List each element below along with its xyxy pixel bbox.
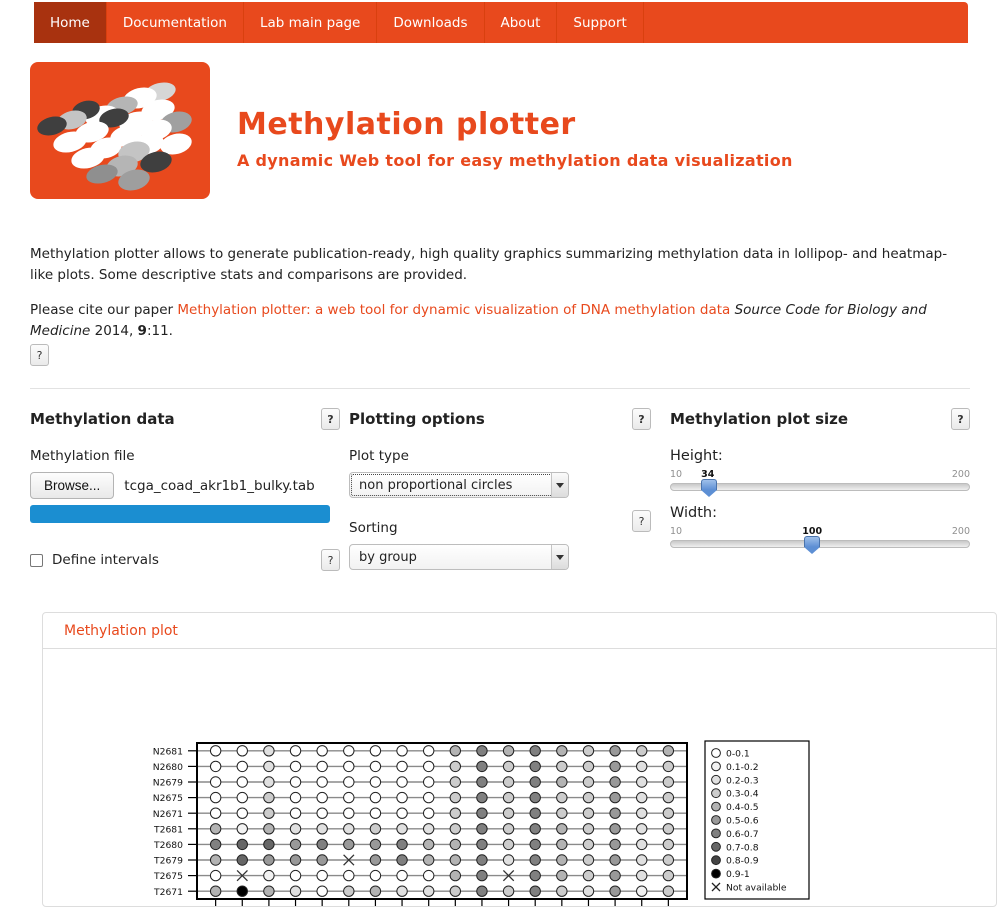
file-upload-row: Browse... tcga_coad_akr1b1_bulky.tab [30, 472, 340, 499]
methylation-plot-canvas: N2681 N2680 N2679 N2675 N2671 T2681 T2680 T2679… [43, 649, 996, 907]
svg-text:T2675: T2675 [153, 871, 183, 882]
nav-label: Downloads [393, 14, 468, 31]
plot-size-help-button[interactable]: ? [951, 408, 970, 430]
sorting-label-row: Sorting ? [349, 498, 651, 544]
plotting-options-help-button[interactable]: ? [632, 408, 651, 430]
plot-size-heading-row: Methylation plot size ? [670, 408, 970, 430]
svg-text:0.3-0.4: 0.3-0.4 [726, 789, 759, 800]
plotting-options-heading: Plotting options [349, 410, 485, 428]
methylation-plot-title: Methylation plot [64, 622, 178, 639]
sorting-help-button[interactable]: ? [632, 510, 651, 532]
browse-button[interactable]: Browse... [30, 472, 115, 499]
methylation-heatmap-svg: N2681 N2680 N2679 N2675 N2671 T2681 T2680 T2679… [153, 740, 810, 906]
sorting-select-wrapper[interactable]: by group [349, 544, 569, 570]
methylation-file-label: Methylation file [30, 448, 135, 464]
height-max-tick: 200 [951, 469, 970, 480]
svg-text:N2680: N2680 [153, 762, 183, 773]
svg-text:0.9-1: 0.9-1 [726, 869, 750, 880]
width-slider-label: Width: [670, 505, 718, 521]
nav-item-documentation[interactable]: Documentation [107, 2, 244, 43]
methylation-plot-card: Methylation plot N2681 N2680 N2679 N2675 N26… [42, 612, 997, 907]
citation-link[interactable]: Methylation plotter: a web tool for dyna… [177, 302, 730, 318]
svg-text:0-0.1: 0-0.1 [726, 749, 750, 760]
svg-text:0.7-0.8: 0.7-0.8 [726, 842, 759, 853]
define-intervals-help-button[interactable]: ? [321, 549, 340, 571]
plotting-options-heading-row: Plotting options ? [349, 408, 651, 430]
plot-type-select[interactable]: non proportional circles [349, 472, 569, 498]
define-intervals-control[interactable]: Define intervals [30, 552, 159, 568]
nav-label: About [500, 14, 541, 31]
nav-label: Support [573, 14, 627, 31]
methylation-data-help-button[interactable]: ? [321, 408, 340, 430]
selected-file-name: tcga_coad_akr1b1_bulky.tab [124, 477, 315, 494]
nav-item-downloads[interactable]: Downloads [377, 2, 485, 43]
svg-text:0.4-0.5: 0.4-0.5 [726, 802, 759, 813]
sorting-label: Sorting [349, 520, 398, 536]
svg-text:0.2-0.3: 0.2-0.3 [726, 775, 759, 786]
svg-text:N2679: N2679 [153, 778, 183, 789]
width-slider-track[interactable] [670, 536, 970, 554]
define-intervals-checkbox[interactable] [30, 553, 43, 567]
svg-text:T2671: T2671 [153, 887, 183, 898]
svg-text:N2671: N2671 [153, 809, 183, 820]
svg-text:Not available: Not available [726, 883, 787, 894]
svg-text:N2675: N2675 [153, 793, 183, 804]
svg-text:0.8-0.9: 0.8-0.9 [726, 856, 759, 867]
page-title-block: Methylation plotter A dynamic Web tool f… [237, 108, 793, 170]
citation-pages: :11. [146, 322, 173, 339]
citation-volume: 9 [137, 322, 147, 339]
methylation-data-heading-row: Methylation data ? [30, 408, 340, 430]
nav-item-lab-main-page[interactable]: Lab main page [244, 2, 378, 43]
height-slider-block: 10 34 200 [670, 469, 970, 497]
svg-text:0.1-0.2: 0.1-0.2 [726, 762, 759, 773]
height-slider-handle[interactable] [700, 479, 717, 497]
main-navbar: Home Documentation Lab main page Downloa… [34, 2, 968, 43]
width-max-tick: 200 [951, 526, 970, 537]
plot-size-heading: Methylation plot size [670, 410, 849, 428]
nav-item-support[interactable]: Support [557, 2, 644, 43]
nav-label: Home [50, 14, 90, 31]
svg-text:0.6-0.7: 0.6-0.7 [726, 829, 759, 840]
section-divider [30, 388, 970, 389]
nav-item-about[interactable]: About [485, 2, 558, 43]
define-intervals-row: Define intervals ? [30, 549, 340, 571]
logo-ellipses-graphic [37, 82, 192, 191]
page-subtitle: A dynamic Web tool for easy methylation … [237, 151, 793, 170]
height-slider-track[interactable] [670, 479, 970, 497]
methylation-plot-card-header: Methylation plot [43, 613, 996, 649]
navbar-filler [644, 2, 968, 43]
nav-label: Documentation [122, 14, 227, 31]
height-min-tick: 10 [670, 469, 683, 480]
intro-text: Methylation plotter allows to generate p… [30, 244, 970, 356]
width-slider-handle[interactable] [804, 536, 821, 554]
site-logo [30, 62, 210, 199]
chevron-down-icon[interactable] [551, 473, 568, 497]
svg-text:T2680: T2680 [153, 840, 183, 851]
height-slider-label: Height: [670, 448, 723, 464]
citation-year: 2014, [90, 322, 138, 339]
sorting-select[interactable]: by group [349, 544, 569, 570]
methylation-data-heading: Methylation data [30, 410, 175, 428]
svg-text:0.5-0.6: 0.5-0.6 [726, 816, 759, 827]
page-title: Methylation plotter [237, 107, 576, 142]
intro-help-button[interactable]: ? [30, 344, 49, 366]
plot-size-panel: Methylation plot size ? Height: 10 34 20… [670, 408, 970, 554]
plotting-options-panel: Plotting options ? Plot type non proport… [349, 408, 651, 570]
width-min-tick: 10 [670, 526, 683, 537]
svg-text:T2679: T2679 [153, 856, 183, 867]
nav-label: Lab main page [259, 14, 361, 31]
upload-progress-bar [30, 505, 330, 523]
plot-type-label: Plot type [349, 448, 409, 464]
methylation-data-panel: Methylation data ? Methylation file Brow… [30, 408, 340, 571]
nav-item-home[interactable]: Home [34, 2, 107, 43]
chevron-down-icon[interactable] [551, 545, 568, 569]
intro-paragraph: Methylation plotter allows to generate p… [30, 246, 948, 283]
define-intervals-label: Define intervals [52, 552, 159, 568]
citation-paragraph: Please cite our paper Methylation plotte… [30, 300, 970, 342]
svg-text:N2681: N2681 [153, 746, 183, 757]
plot-type-select-wrapper[interactable]: non proportional circles [349, 472, 569, 498]
citation-prefix: Please cite our paper [30, 301, 178, 318]
svg-text:T2681: T2681 [153, 824, 183, 835]
width-slider-block: 10 100 200 [670, 526, 970, 554]
